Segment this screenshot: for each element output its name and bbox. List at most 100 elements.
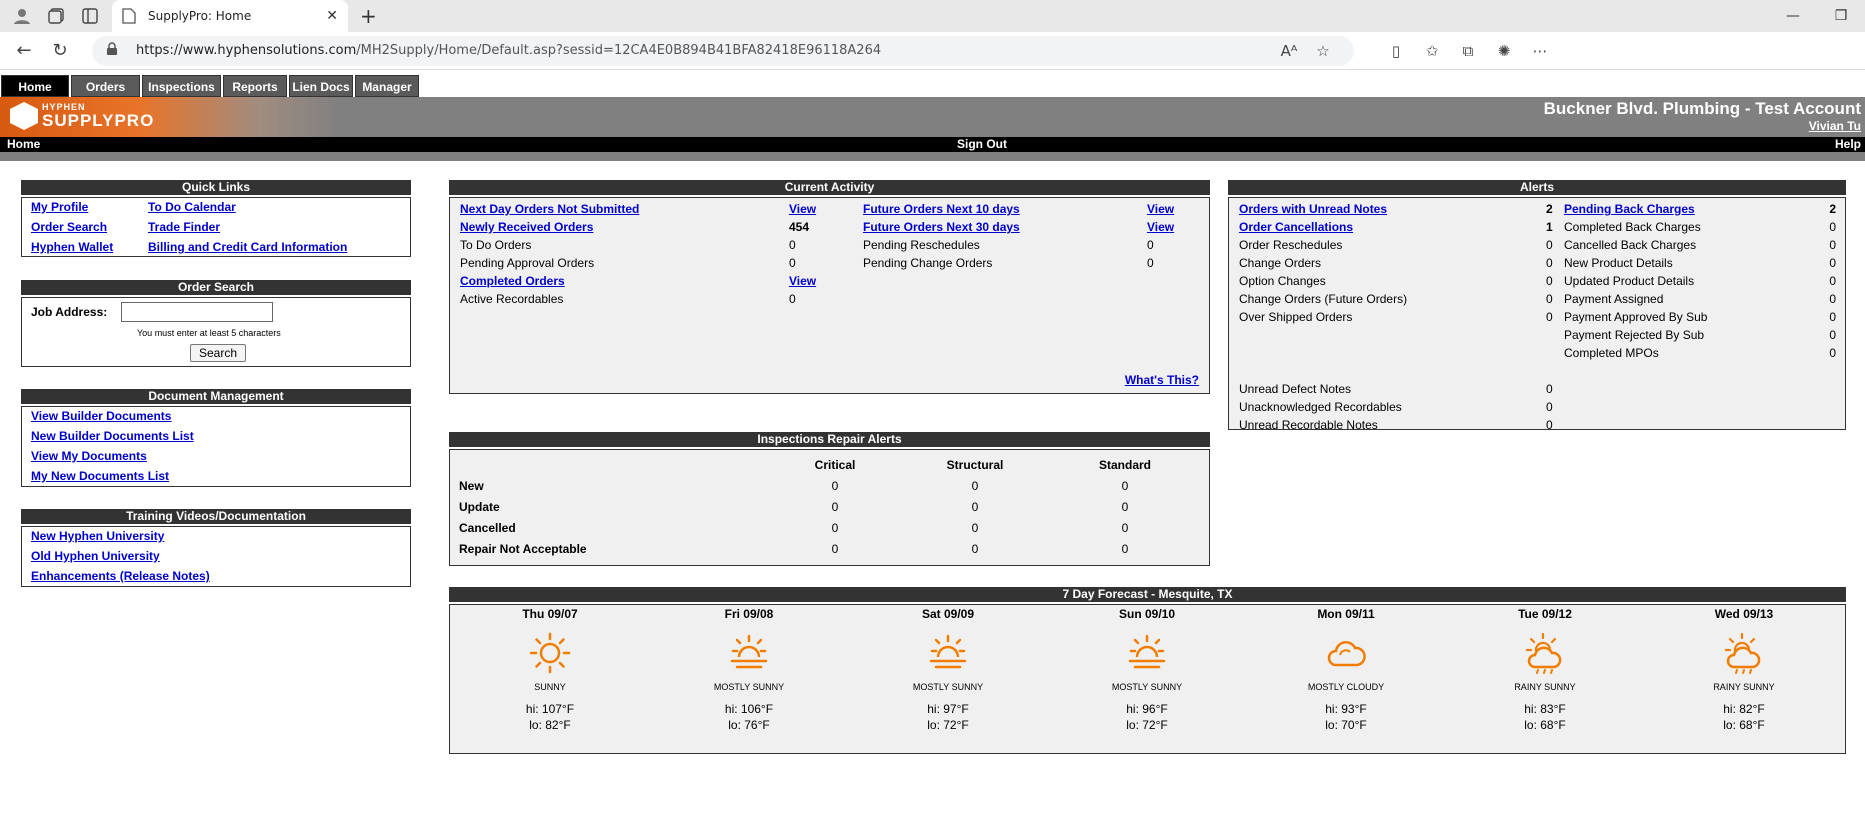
header-divider bbox=[0, 152, 1865, 161]
new-tab-icon[interactable]: + bbox=[360, 4, 377, 28]
view-my-docs-link[interactable]: View My Documents bbox=[31, 449, 147, 463]
forecast-date: Thu 09/07 bbox=[522, 607, 578, 621]
alert-count: 0 bbox=[1546, 274, 1553, 288]
alert-label: Change Orders (Future Orders) bbox=[1239, 292, 1408, 306]
alert-count: 0 bbox=[1546, 418, 1553, 432]
inspection-value: 0 bbox=[971, 500, 979, 514]
alert-link[interactable]: Pending Back Charges bbox=[1564, 202, 1695, 216]
panel-title: Current Activity bbox=[449, 180, 1210, 195]
alert-label: Payment Rejected By Sub bbox=[1564, 328, 1705, 342]
forecast-low: lo: 76°F bbox=[728, 718, 770, 732]
alert-link[interactable]: Order Cancellations bbox=[1239, 220, 1353, 234]
job-address-input[interactable] bbox=[121, 302, 273, 322]
forecast-low: lo: 70°F bbox=[1325, 718, 1367, 732]
more-icon[interactable]: ⋯ bbox=[1522, 42, 1558, 60]
inspection-value: 0 bbox=[1121, 542, 1129, 556]
current-activity-panel: Current Activity What's This? Next Day O… bbox=[449, 180, 1210, 394]
forecast-low: lo: 82°F bbox=[529, 718, 571, 732]
activity-label: To Do Orders bbox=[460, 238, 532, 252]
todo-calendar-link[interactable]: To Do Calendar bbox=[148, 200, 236, 214]
minimize-icon[interactable]: — bbox=[1769, 0, 1817, 32]
billing-link[interactable]: Billing and Credit Card Information bbox=[148, 240, 347, 254]
alert-label: Option Changes bbox=[1239, 274, 1326, 288]
activity-label: Pending Change Orders bbox=[863, 256, 993, 270]
new-hyphen-university-link[interactable]: New Hyphen University bbox=[31, 529, 164, 543]
view-link[interactable]: View bbox=[789, 202, 816, 216]
old-hyphen-university-link[interactable]: Old Hyphen University bbox=[31, 549, 160, 563]
back-icon[interactable]: ← bbox=[6, 33, 42, 69]
collections-icon[interactable]: ⧉ bbox=[1450, 42, 1486, 60]
forecast-date: Mon 09/11 bbox=[1317, 607, 1375, 621]
alert-label: Completed Back Charges bbox=[1564, 220, 1701, 234]
forecast-date: Tue 09/12 bbox=[1518, 607, 1572, 621]
release-notes-link[interactable]: Enhancements (Release Notes) bbox=[31, 569, 210, 583]
favorite-star-icon[interactable]: ☆ bbox=[1311, 42, 1335, 60]
forecast-high: hi: 82°F bbox=[1723, 702, 1765, 716]
tab-actions-icon[interactable] bbox=[78, 4, 102, 28]
inspection-value: 0 bbox=[971, 542, 979, 556]
view-link[interactable]: View bbox=[1147, 202, 1174, 216]
search-hint: You must enter at least 5 characters bbox=[137, 328, 281, 338]
view-link[interactable]: View bbox=[1147, 220, 1174, 234]
forecast-condition: SUNNY bbox=[534, 682, 566, 692]
inspection-column-header: Standard bbox=[1098, 458, 1151, 472]
alert-count: 0 bbox=[1829, 346, 1836, 360]
forecast-condition: MOSTLY SUNNY bbox=[912, 682, 984, 692]
alert-label: Unread Defect Notes bbox=[1239, 382, 1352, 396]
sign-out-link[interactable]: Sign Out bbox=[957, 137, 1007, 152]
user-link[interactable]: Vivian Tu bbox=[1809, 119, 1861, 133]
help-link[interactable]: Help bbox=[1835, 137, 1861, 152]
search-button[interactable]: Search bbox=[190, 344, 247, 362]
browser-tab[interactable]: SupplyPro: Home ✕ bbox=[112, 0, 348, 32]
my-new-docs-link[interactable]: My New Documents List bbox=[31, 469, 169, 483]
split-screen-icon[interactable]: ▯ bbox=[1378, 42, 1414, 60]
forecast-low: lo: 68°F bbox=[1524, 718, 1566, 732]
nav-orders[interactable]: Orders bbox=[71, 75, 140, 97]
activity-link[interactable]: Completed Orders bbox=[460, 274, 565, 288]
nav-lien-docs[interactable]: Lien Docs bbox=[289, 75, 353, 97]
forecast-high: hi: 97°F bbox=[927, 702, 969, 716]
nav-home[interactable]: Home bbox=[1, 75, 69, 97]
activity-link[interactable]: Newly Received Orders bbox=[460, 220, 593, 234]
order-search-link[interactable]: Order Search bbox=[31, 220, 107, 234]
restore-icon[interactable]: ❐ bbox=[1817, 0, 1865, 32]
activity-link[interactable]: Next Day Orders Not Submitted bbox=[460, 202, 639, 216]
whats-this-link[interactable]: What's This? bbox=[1125, 373, 1199, 387]
alert-label: Payment Assigned bbox=[1564, 292, 1664, 306]
workspaces-icon[interactable] bbox=[44, 4, 68, 28]
nav-reports[interactable]: Reports bbox=[223, 75, 287, 97]
alert-link[interactable]: Orders with Unread Notes bbox=[1239, 202, 1387, 216]
extensions-icon[interactable]: ✺ bbox=[1486, 42, 1522, 60]
nav-manager[interactable]: Manager bbox=[355, 75, 419, 97]
forecast-day: Sat 09/09 MOSTLY SUNNY hi: 97°F lo: 72°F bbox=[878, 607, 1018, 732]
hyphen-wallet-link[interactable]: Hyphen Wallet bbox=[31, 240, 113, 254]
url-host: https://www.hyphensolutions.com bbox=[136, 43, 357, 58]
view-builder-docs-link[interactable]: View Builder Documents bbox=[31, 409, 171, 423]
refresh-icon[interactable]: ↻ bbox=[42, 33, 78, 69]
my-profile-link[interactable]: My Profile bbox=[31, 200, 88, 214]
read-aloud-icon[interactable]: Aᴬ bbox=[1277, 42, 1301, 60]
home-link[interactable]: Home bbox=[7, 137, 40, 152]
favorites-icon[interactable]: ✩ bbox=[1414, 42, 1450, 60]
activity-link[interactable]: Future Orders Next 30 days bbox=[863, 220, 1020, 234]
profile-icon[interactable] bbox=[10, 4, 34, 28]
nav-inspections[interactable]: Inspections bbox=[142, 75, 221, 97]
forecast-low: lo: 68°F bbox=[1723, 718, 1765, 732]
alert-count: 0 bbox=[1829, 292, 1836, 306]
panel-title: Order Search bbox=[21, 280, 411, 295]
lock-icon[interactable] bbox=[106, 41, 122, 60]
activity-link[interactable]: Future Orders Next 10 days bbox=[863, 202, 1020, 216]
tab-title: SupplyPro: Home bbox=[148, 9, 252, 23]
trade-finder-link[interactable]: Trade Finder bbox=[148, 220, 220, 234]
forecast-day: Thu 09/07 SUNNY hi: 107°F lo: 82°F bbox=[480, 607, 620, 732]
cloud-icon bbox=[1276, 627, 1416, 679]
activity-value: 454 bbox=[789, 220, 810, 234]
sunrise-icon bbox=[1077, 627, 1217, 679]
alert-count: 1 bbox=[1546, 220, 1553, 234]
view-link[interactable]: View bbox=[789, 274, 816, 288]
close-tab-icon[interactable]: ✕ bbox=[326, 8, 338, 24]
url-field[interactable]: https://www.hyphensolutions.com/MH2Suppl… bbox=[92, 35, 1354, 66]
new-builder-docs-link[interactable]: New Builder Documents List bbox=[31, 429, 194, 443]
alert-label: Over Shipped Orders bbox=[1239, 310, 1353, 324]
forecast-high: hi: 107°F bbox=[525, 702, 575, 716]
